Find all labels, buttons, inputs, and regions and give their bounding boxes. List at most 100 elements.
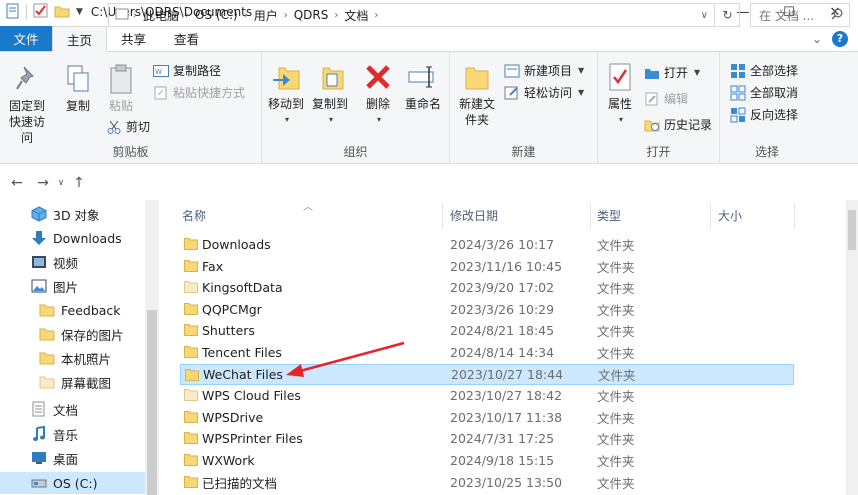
tab-home[interactable]: 主页 [52, 26, 108, 52]
nav-item-os-drive[interactable]: OS (C:) [0, 472, 145, 494]
open-label: 打开 [664, 66, 689, 80]
paste-button[interactable]: 粘贴 [100, 62, 142, 114]
nav-item-documents[interactable]: 文档 [30, 398, 78, 420]
scrollbar-thumb[interactable] [848, 210, 856, 250]
file-modified-date: 2024/7/31 17:25 [450, 431, 555, 447]
nav-item-videos[interactable]: 视频 [30, 251, 78, 273]
nav-item-3d-objects[interactable]: 3D 对象 [30, 203, 100, 225]
properties-button[interactable]: 属性 ▾ [600, 60, 640, 128]
nav-item-downloads[interactable]: Downloads [30, 227, 122, 249]
paste-icon [104, 62, 138, 96]
3d-objects-icon [30, 206, 48, 222]
copy-button[interactable]: 复制 [58, 62, 98, 114]
table-row[interactable]: WPS Cloud Files 2023/10/27 18:42 文件夹 [180, 385, 794, 406]
table-row[interactable]: 已扫描的文档 2023/10/25 13:50 文件夹 [180, 472, 794, 493]
table-row[interactable]: WeChat Files 2023/10/27 18:44 文件夹 [180, 363, 794, 385]
new-item-icon [504, 63, 520, 79]
pin-quick-access-button[interactable]: 固定到快速访问 [2, 62, 52, 146]
table-row[interactable]: WPSPrinter Files 2024/7/31 17:25 文件夹 [180, 428, 794, 449]
table-row[interactable]: Shutters 2024/8/21 18:45 文件夹 [180, 320, 794, 341]
new-item-label: 新建项目 [524, 64, 573, 78]
folder-icon[interactable] [54, 4, 70, 21]
table-row[interactable]: QQPCMgr 2023/3/26 10:29 文件夹 [180, 299, 794, 320]
pin-icon [10, 62, 44, 96]
recent-dropdown-icon[interactable]: ∨ [54, 178, 68, 188]
paste-shortcut-button[interactable]: 粘贴快捷方式 [153, 84, 245, 101]
organize-group: 移动到 ▾ 复制到 ▾ 删除 ▾ 重命名 组织 [262, 52, 450, 164]
scrollbar-thumb[interactable] [147, 310, 157, 495]
address-bar[interactable]: › 此电脑 › OS (C:) › 用户 › QDRS › 文档 › ∨ [108, 3, 715, 27]
select-all-button[interactable]: 全部选择 [730, 62, 798, 79]
folder-icon [38, 302, 56, 318]
ribbon-expand-icon[interactable]: ⌄ [812, 32, 822, 46]
nav-item-label: 屏幕截图 [61, 375, 112, 391]
ribbon-tabs: 文件 主页 共享 查看 ⌄ ? [0, 26, 858, 52]
tab-file[interactable]: 文件 [0, 26, 52, 51]
table-row[interactable]: WXWork 2024/9/18 15:15 文件夹 [180, 450, 794, 471]
nav-item-desktop[interactable]: 桌面 [30, 447, 78, 469]
table-row[interactable]: WPSDrive 2023/10/17 11:38 文件夹 [180, 407, 794, 428]
edit-button[interactable]: 编辑 [644, 90, 688, 107]
forward-arrow-icon[interactable]: → [32, 175, 54, 191]
column-separator[interactable] [590, 204, 591, 228]
new-folder-button[interactable]: 新建文件夹 [454, 60, 500, 128]
select-none-button[interactable]: 全部取消 [730, 84, 798, 101]
copy-to-button[interactable]: 复制到 ▾ [308, 60, 352, 128]
cut-button[interactable]: 剪切 [106, 118, 150, 135]
breadcrumb-this-pc[interactable]: 此电脑 [137, 7, 185, 24]
help-icon[interactable]: ? [832, 30, 848, 47]
pin-label: 固定到快速访问 [8, 99, 45, 145]
address-dropdown-icon[interactable]: ∨ [701, 10, 708, 21]
column-separator[interactable] [710, 204, 711, 228]
column-separator[interactable] [442, 204, 443, 228]
column-header-type[interactable]: 类型 [597, 200, 621, 230]
file-type: 文件夹 [597, 324, 635, 340]
breadcrumb-drive[interactable]: OS (C:) [189, 8, 244, 22]
nav-item-label: Feedback [61, 302, 121, 318]
column-header-size[interactable]: 大小 [718, 200, 742, 230]
refresh-icon[interactable]: ↻ [716, 3, 740, 27]
navigation-pane-scrollbar[interactable] [145, 200, 159, 495]
dropdown-icon[interactable]: ▼ [76, 7, 83, 17]
file-type: 文件夹 [597, 259, 635, 275]
column-header-name[interactable]: 名称 [182, 200, 206, 230]
table-row[interactable]: KingsoftData 2023/9/20 17:02 文件夹 [180, 277, 794, 298]
open-button[interactable]: 打开 ▼ [644, 64, 700, 81]
nav-item-music[interactable]: 音乐 [30, 423, 78, 445]
easy-access-button[interactable]: 轻松访问 ▼ [504, 84, 584, 101]
delete-button[interactable]: 删除 ▾ [358, 60, 398, 128]
rename-button[interactable]: 重命名 [400, 60, 446, 112]
invert-selection-button[interactable]: 反向选择 [730, 106, 798, 123]
nav-item-feedback[interactable]: Feedback [38, 299, 121, 321]
nav-item-saved-pictures[interactable]: 保存的图片 [38, 323, 124, 345]
search-input[interactable]: 在 文档 ... [750, 3, 850, 27]
up-arrow-icon[interactable]: ↑ [68, 175, 90, 191]
checkmark-icon[interactable] [33, 3, 48, 21]
table-row[interactable]: Downloads 2024/3/26 10:17 文件夹 [180, 234, 794, 255]
back-arrow-icon[interactable]: ← [6, 175, 28, 191]
nav-item-screenshots[interactable]: 屏幕截图 [38, 371, 111, 393]
file-name: Downloads [202, 237, 271, 252]
clipboard-group-label: 剪贴板 [112, 145, 149, 159]
file-list-scrollbar[interactable] [846, 200, 858, 495]
file-type: 文件夹 [598, 367, 636, 383]
table-row[interactable]: Fax 2023/11/16 10:45 文件夹 [180, 256, 794, 277]
properties-icon[interactable] [6, 3, 20, 22]
tab-view[interactable]: 查看 [160, 26, 213, 51]
history-button[interactable]: 历史记录 [644, 116, 712, 133]
breadcrumb-user[interactable]: QDRS [288, 8, 335, 22]
table-row[interactable]: Tencent Files 2024/8/14 14:34 文件夹 [180, 342, 794, 363]
column-separator[interactable] [794, 204, 795, 228]
copy-path-button[interactable]: W 复制路径 [153, 62, 221, 79]
column-header-date[interactable]: 修改日期 [450, 200, 498, 230]
nav-item-label: 图片 [53, 279, 79, 295]
nav-item-pictures[interactable]: 图片 [30, 275, 78, 297]
nav-item-camera-roll[interactable]: 本机照片 [38, 347, 111, 369]
history-icon [644, 117, 660, 133]
tab-share[interactable]: 共享 [107, 26, 160, 51]
breadcrumb-documents[interactable]: 文档 [338, 7, 374, 24]
move-to-button[interactable]: 移动到 ▾ [264, 60, 308, 128]
new-item-button[interactable]: 新建项目 ▼ [504, 62, 584, 79]
breadcrumb-users[interactable]: 用户 [248, 7, 284, 24]
nav-item-label: 文档 [53, 402, 79, 418]
